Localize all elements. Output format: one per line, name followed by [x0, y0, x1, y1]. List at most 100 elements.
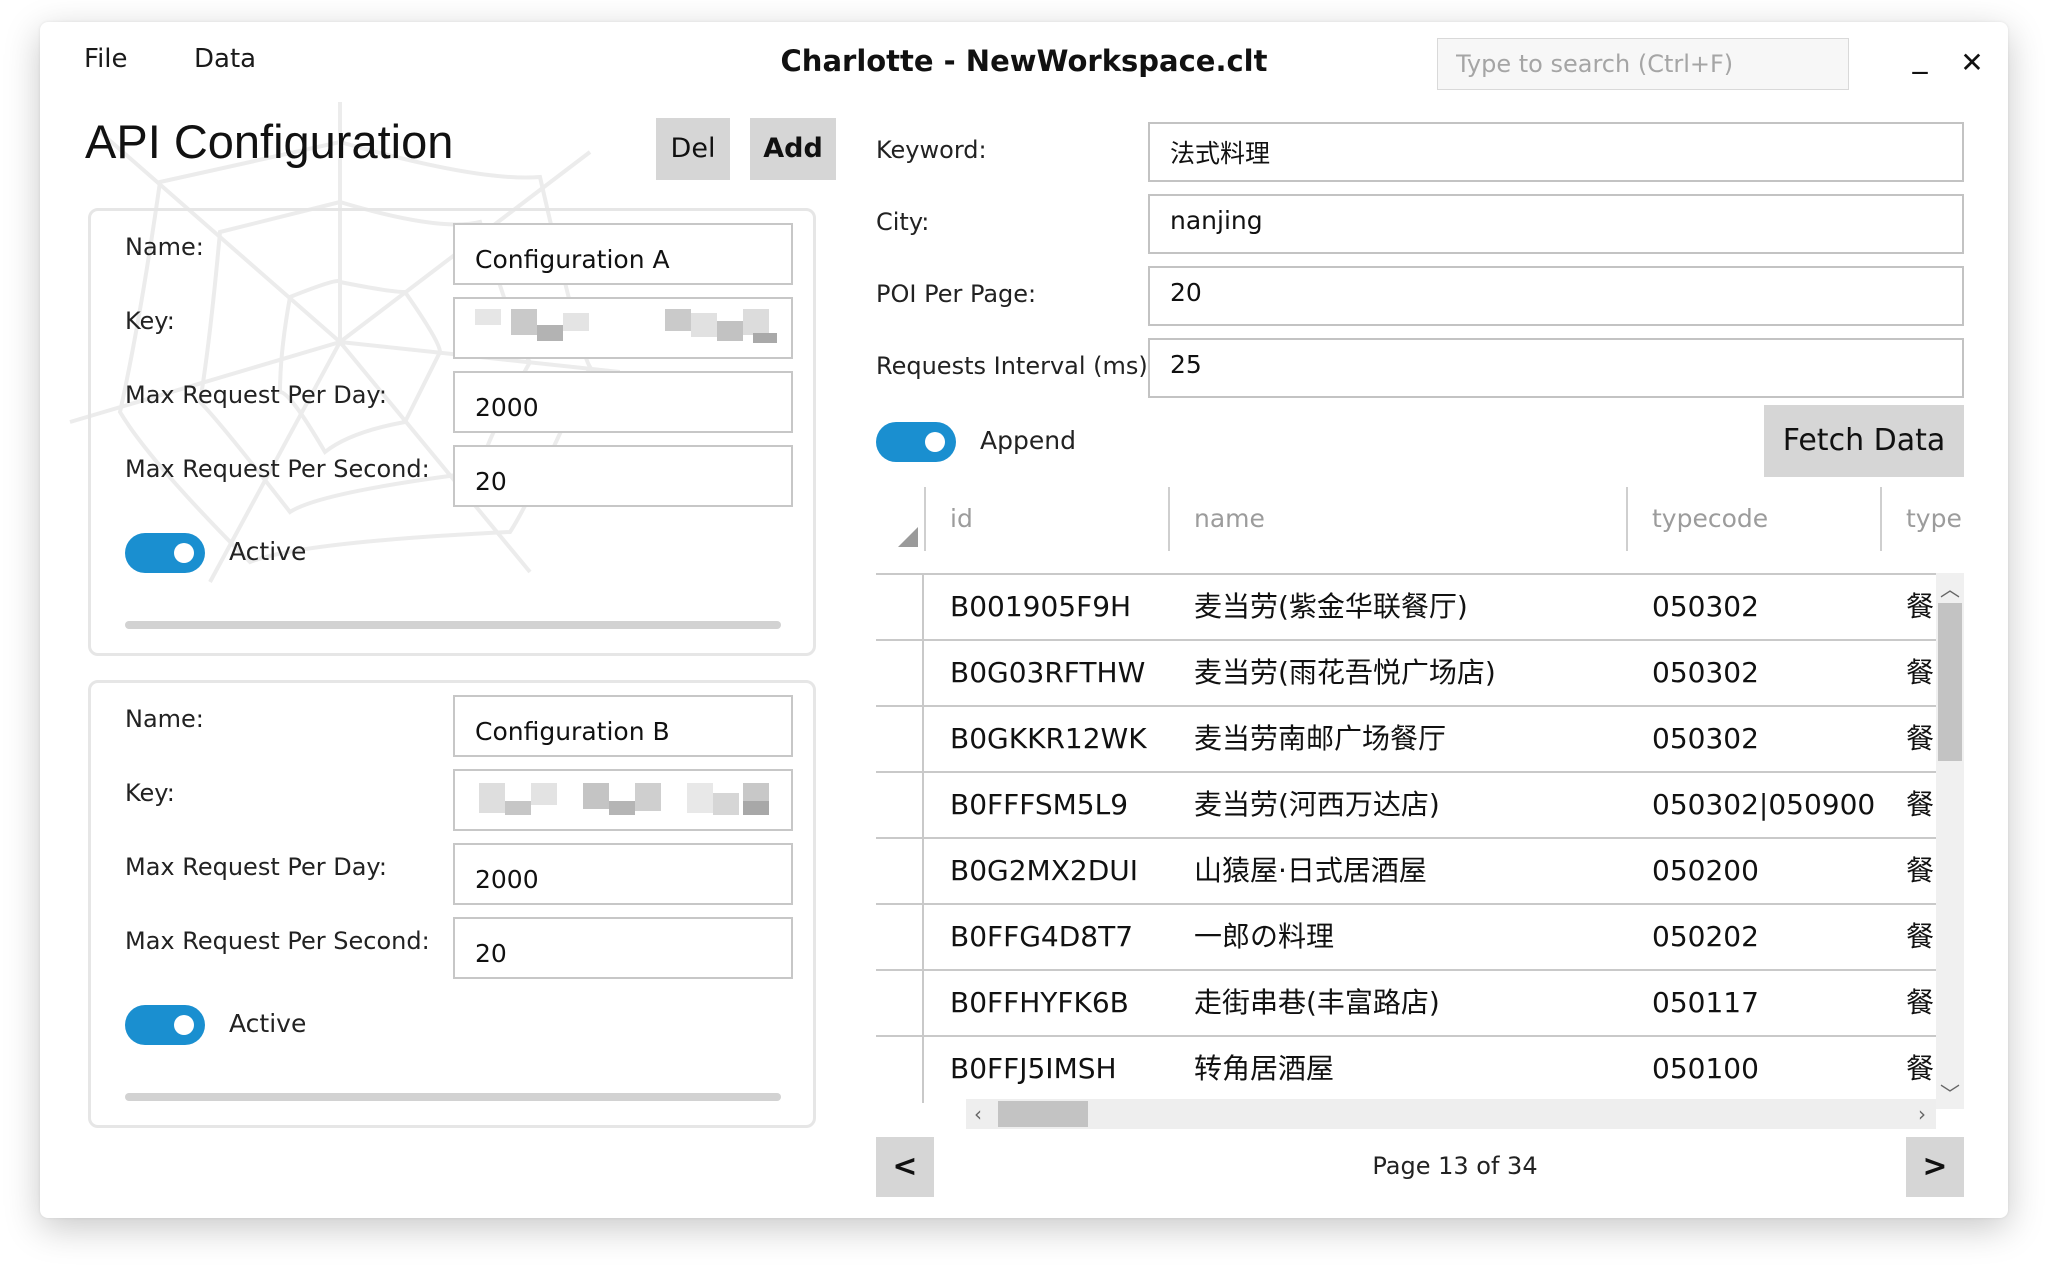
- cell-id: B0FFHYFK6B: [950, 986, 1129, 1019]
- usage-progress-bar: [125, 1093, 781, 1101]
- usage-progress-bar: [125, 621, 781, 629]
- page-indicator: Page 13 of 34: [1372, 1152, 1538, 1180]
- keyword-label: Keyword:: [876, 136, 987, 164]
- poi-per-page-label: POI Per Page:: [876, 280, 1037, 308]
- name-label: Name:: [125, 705, 204, 733]
- page-title: API Configuration: [85, 115, 454, 168]
- cell-typecode: 050100: [1652, 1052, 1759, 1085]
- search-input[interactable]: [1437, 38, 1849, 90]
- cell-type: 餐: [1906, 656, 1935, 689]
- config-name-field[interactable]: Configuration B: [453, 695, 793, 757]
- scroll-right-icon[interactable]: ›: [1918, 1099, 1926, 1129]
- cell-typecode: 050117: [1652, 986, 1759, 1019]
- cell-typecode: 050202: [1652, 920, 1759, 953]
- cell-type: 餐: [1906, 854, 1935, 887]
- row-header[interactable]: [876, 1037, 924, 1103]
- append-toggle[interactable]: [876, 422, 956, 462]
- cell-name: 山猿屋·日式居酒屋: [1194, 854, 1427, 887]
- horizontal-scroll-thumb[interactable]: [998, 1101, 1088, 1127]
- row-header[interactable]: [876, 905, 924, 971]
- active-toggle[interactable]: [125, 1005, 205, 1045]
- cell-name: 麦当劳南邮广场餐厅: [1194, 722, 1447, 755]
- requests-interval-label: Requests Interval (ms):: [876, 352, 1156, 380]
- grid-header: id name typecode type: [876, 487, 1964, 551]
- max-day-label: Max Request Per Day:: [125, 853, 387, 881]
- app-window: File Data Charlotte - NewWorkspace.clt _…: [40, 22, 2008, 1218]
- row-header[interactable]: [876, 575, 924, 641]
- max-day-label: Max Request Per Day:: [125, 381, 387, 409]
- table-row[interactable]: B0G2MX2DUI 山猿屋·日式居酒屋 050200 餐: [876, 837, 1964, 905]
- table-row[interactable]: B0GKKR12WK 麦当劳南邮广场餐厅 050302 餐: [876, 705, 1964, 773]
- menu-data[interactable]: Data: [194, 44, 256, 74]
- config-name-field[interactable]: Configuration A: [453, 223, 793, 285]
- cell-name: 麦当劳(河西万达店): [1194, 788, 1440, 821]
- max-day-field[interactable]: 2000: [453, 371, 793, 433]
- row-header[interactable]: [876, 971, 924, 1037]
- menu-file[interactable]: File: [84, 44, 128, 74]
- close-button[interactable]: ✕: [1952, 46, 1992, 79]
- max-second-field[interactable]: 20: [453, 917, 793, 979]
- max-second-label: Max Request Per Second:: [125, 927, 430, 955]
- table-row[interactable]: B0FFHYFK6B 走街串巷(丰富路店) 050117 餐: [876, 969, 1964, 1037]
- max-second-label: Max Request Per Second:: [125, 455, 430, 483]
- delete-button[interactable]: Del: [656, 118, 730, 180]
- row-header[interactable]: [876, 839, 924, 905]
- key-label: Key:: [125, 307, 175, 335]
- city-label: City:: [876, 208, 930, 236]
- max-second-field[interactable]: 20: [453, 445, 793, 507]
- row-header[interactable]: [876, 773, 924, 839]
- select-all-corner[interactable]: [898, 527, 918, 547]
- row-header[interactable]: [876, 707, 924, 773]
- requests-interval-input[interactable]: 25: [1148, 338, 1964, 398]
- cell-type: 餐: [1906, 920, 1935, 953]
- config-card-a: Name: Configuration A Key: Max Request P…: [88, 208, 816, 656]
- cell-name: 转角居酒屋: [1194, 1052, 1335, 1085]
- name-label: Name:: [125, 233, 204, 261]
- table-row[interactable]: B0FFG4D8T7 一郎の料理 050202 餐: [876, 903, 1964, 971]
- cell-name: 一郎の料理: [1194, 920, 1335, 953]
- fetch-data-button[interactable]: Fetch Data: [1764, 405, 1964, 477]
- next-page-button[interactable]: >: [1906, 1137, 1964, 1197]
- cell-id: B001905F9H: [950, 590, 1132, 623]
- city-input[interactable]: nanjing: [1148, 194, 1964, 254]
- cell-id: B0GKKR12WK: [950, 722, 1147, 755]
- keyword-input[interactable]: 法式料理: [1148, 122, 1964, 182]
- column-header-id[interactable]: id: [924, 487, 1168, 551]
- cell-id: B0FFJ5IMSH: [950, 1052, 1117, 1085]
- scroll-down-icon[interactable]: ﹀: [1936, 1078, 1964, 1107]
- minimize-button[interactable]: _: [1900, 40, 1940, 75]
- vertical-scroll-thumb[interactable]: [1938, 603, 1962, 761]
- table-row[interactable]: B0G03RFTHW 麦当劳(雨花吾悦广场店) 050302 餐: [876, 639, 1964, 707]
- table-row[interactable]: B001905F9H 麦当劳(紫金华联餐厅) 050302 餐: [876, 573, 1964, 641]
- cell-id: B0FFFSM5L9: [950, 788, 1129, 821]
- api-key-field-masked[interactable]: [453, 297, 793, 359]
- cell-type: 餐: [1906, 1052, 1935, 1085]
- append-label: Append: [980, 426, 1076, 455]
- row-header[interactable]: [876, 641, 924, 707]
- horizontal-scrollbar[interactable]: ‹ ›: [966, 1099, 1936, 1129]
- previous-page-button[interactable]: <: [876, 1137, 934, 1197]
- cell-id: B0G03RFTHW: [950, 656, 1146, 689]
- max-day-field[interactable]: 2000: [453, 843, 793, 905]
- table-row[interactable]: B0FFFSM5L9 麦当劳(河西万达店) 050302|050900 餐: [876, 771, 1964, 839]
- cell-type: 餐: [1906, 590, 1935, 623]
- cell-id: B0FFG4D8T7: [950, 920, 1134, 953]
- scroll-up-icon[interactable]: ︿: [1936, 573, 1964, 602]
- column-header-type[interactable]: type: [1880, 487, 1964, 551]
- cell-type: 餐: [1906, 722, 1935, 755]
- active-toggle[interactable]: [125, 533, 205, 573]
- cell-name: 麦当劳(雨花吾悦广场店): [1194, 656, 1496, 689]
- column-header-typecode[interactable]: typecode: [1626, 487, 1880, 551]
- column-header-name[interactable]: name: [1168, 487, 1626, 551]
- scroll-left-icon[interactable]: ‹: [974, 1099, 982, 1129]
- active-label: Active: [229, 1009, 307, 1038]
- poi-per-page-input[interactable]: 20: [1148, 266, 1964, 326]
- cell-typecode: 050200: [1652, 854, 1759, 887]
- cell-name: 走街串巷(丰富路店): [1194, 986, 1440, 1019]
- poi-data-grid: id name typecode type B001905F9H 麦当劳(紫金华…: [876, 487, 1964, 1109]
- add-button[interactable]: Add: [750, 118, 836, 180]
- config-card-b: Name: Configuration B Key: Max Request P…: [88, 680, 816, 1128]
- vertical-scrollbar[interactable]: ︿ ﹀: [1936, 573, 1964, 1109]
- table-row[interactable]: B0FFJ5IMSH 转角居酒屋 050100 餐: [876, 1035, 1964, 1103]
- api-key-field-masked[interactable]: [453, 769, 793, 831]
